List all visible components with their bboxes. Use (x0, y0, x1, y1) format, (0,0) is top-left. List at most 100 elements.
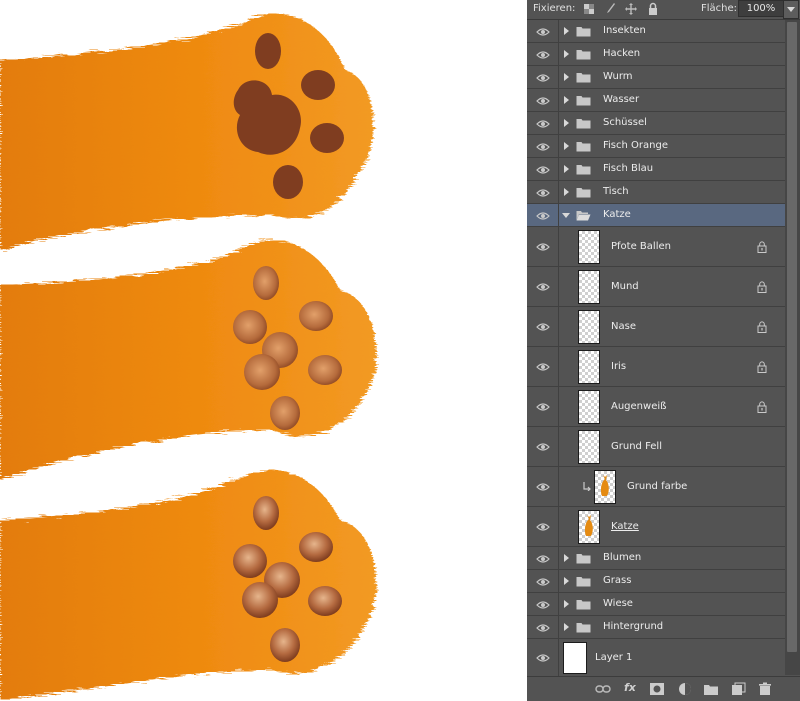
eye-icon[interactable] (536, 119, 550, 129)
trash-icon[interactable] (757, 682, 773, 696)
eye-icon[interactable] (536, 600, 550, 610)
layer-name[interactable]: Mund (611, 281, 639, 292)
visibility-toggle[interactable] (527, 158, 559, 180)
eye-icon[interactable] (536, 188, 550, 198)
eye-icon[interactable] (536, 577, 550, 587)
eye-icon[interactable] (536, 211, 550, 221)
layer-group-row[interactable]: Fisch Orange (527, 135, 785, 158)
layer-name[interactable]: Iris (611, 361, 626, 372)
fill-dropdown-button[interactable] (783, 0, 799, 19)
layer-name[interactable]: Tisch (603, 186, 629, 197)
visibility-toggle[interactable] (527, 43, 559, 65)
visibility-toggle[interactable] (527, 547, 559, 569)
link-icon[interactable] (595, 682, 611, 696)
fx-icon[interactable]: fx (624, 681, 636, 694)
layer-name[interactable]: Hintergrund (603, 621, 663, 632)
eye-icon[interactable] (536, 402, 550, 412)
visibility-toggle[interactable] (527, 387, 559, 426)
visibility-toggle[interactable] (527, 227, 559, 266)
layer-name[interactable]: Katze (611, 521, 639, 532)
chevron-right-icon[interactable] (564, 188, 569, 196)
layer-name[interactable]: Fisch Blau (603, 163, 653, 174)
chevron-right-icon[interactable] (564, 73, 569, 81)
layer-group-row[interactable]: Wurm (527, 66, 785, 89)
layer-name[interactable]: Grund farbe (627, 481, 687, 492)
eye-icon[interactable] (536, 322, 550, 332)
visibility-toggle[interactable] (527, 616, 559, 638)
layer-name[interactable]: Wasser (603, 94, 639, 105)
lock-transparency-icon[interactable] (583, 2, 595, 16)
visibility-toggle[interactable] (527, 467, 559, 506)
chevron-right-icon[interactable] (564, 119, 569, 127)
visibility-toggle[interactable] (527, 507, 559, 546)
visibility-toggle[interactable] (527, 267, 559, 306)
visibility-toggle[interactable] (527, 89, 559, 111)
visibility-toggle[interactable] (527, 570, 559, 592)
brush-icon[interactable] (604, 2, 616, 16)
layer-group-row[interactable]: Katze (527, 204, 785, 227)
layer-name[interactable]: Hacken (603, 48, 640, 59)
layer-row[interactable]: Grund Fell (527, 427, 785, 467)
chevron-right-icon[interactable] (564, 50, 569, 58)
layer-group-row[interactable]: Grass (527, 570, 785, 593)
layer-group-row[interactable]: Insekten (527, 20, 785, 43)
eye-icon[interactable] (536, 442, 550, 452)
adjustment-icon[interactable] (677, 682, 693, 696)
eye-icon[interactable] (536, 362, 550, 372)
new-layer-icon[interactable] (730, 682, 746, 696)
layer-name[interactable]: Wurm (603, 71, 633, 82)
layer-name[interactable]: Wiese (603, 598, 633, 609)
layer-name[interactable]: Fisch Orange (603, 140, 668, 151)
eye-icon[interactable] (536, 96, 550, 106)
chevron-right-icon[interactable] (564, 577, 569, 585)
visibility-toggle[interactable] (527, 307, 559, 346)
eye-icon[interactable] (536, 282, 550, 292)
eye-icon[interactable] (536, 27, 550, 37)
fill-input[interactable]: 100% (738, 0, 784, 17)
visibility-toggle[interactable] (527, 181, 559, 203)
group-icon[interactable] (703, 682, 719, 696)
move-icon[interactable] (625, 2, 637, 16)
layer-row[interactable]: Nase (527, 307, 785, 347)
layer-row[interactable]: Katze (527, 507, 785, 547)
eye-icon[interactable] (536, 653, 550, 663)
layer-name[interactable]: Schüssel (603, 117, 647, 128)
visibility-toggle[interactable] (527, 112, 559, 134)
visibility-toggle[interactable] (527, 20, 559, 42)
chevron-right-icon[interactable] (564, 165, 569, 173)
visibility-toggle[interactable] (527, 347, 559, 386)
visibility-toggle[interactable] (527, 639, 559, 676)
layer-name[interactable]: Grund Fell (611, 441, 662, 452)
visibility-toggle[interactable] (527, 427, 559, 466)
eye-icon[interactable] (536, 623, 550, 633)
layer-group-row[interactable]: Blumen (527, 547, 785, 570)
layer-name[interactable]: Blumen (603, 552, 641, 563)
layer-name[interactable]: Augenweiß (611, 401, 666, 412)
visibility-toggle[interactable] (527, 66, 559, 88)
chevron-right-icon[interactable] (564, 623, 569, 631)
visibility-toggle[interactable] (527, 593, 559, 615)
chevron-right-icon[interactable] (564, 554, 569, 562)
layer-row[interactable]: Mund (527, 267, 785, 307)
visibility-toggle[interactable] (527, 135, 559, 157)
eye-icon[interactable] (536, 242, 550, 252)
layer-name[interactable]: Nase (611, 321, 636, 332)
eye-icon[interactable] (536, 50, 550, 60)
layer-row[interactable]: Grund farbe (527, 467, 785, 507)
layer-group-row[interactable]: Tisch (527, 181, 785, 204)
layer-row[interactable]: Pfote Ballen (527, 227, 785, 267)
visibility-toggle[interactable] (527, 204, 559, 226)
layer-row[interactable]: Augenweiß (527, 387, 785, 427)
scrollbar-thumb[interactable] (787, 22, 797, 652)
eye-icon[interactable] (536, 73, 550, 83)
document-canvas[interactable] (0, 0, 527, 700)
layer-group-row[interactable]: Fisch Blau (527, 158, 785, 181)
layer-row[interactable]: Layer 1 (527, 639, 785, 677)
layer-row[interactable]: Iris (527, 347, 785, 387)
eye-icon[interactable] (536, 482, 550, 492)
lock-all-icon[interactable] (647, 2, 659, 16)
eye-icon[interactable] (536, 554, 550, 564)
layer-group-row[interactable]: Schüssel (527, 112, 785, 135)
chevron-right-icon[interactable] (564, 600, 569, 608)
layer-name[interactable]: Insekten (603, 25, 646, 36)
